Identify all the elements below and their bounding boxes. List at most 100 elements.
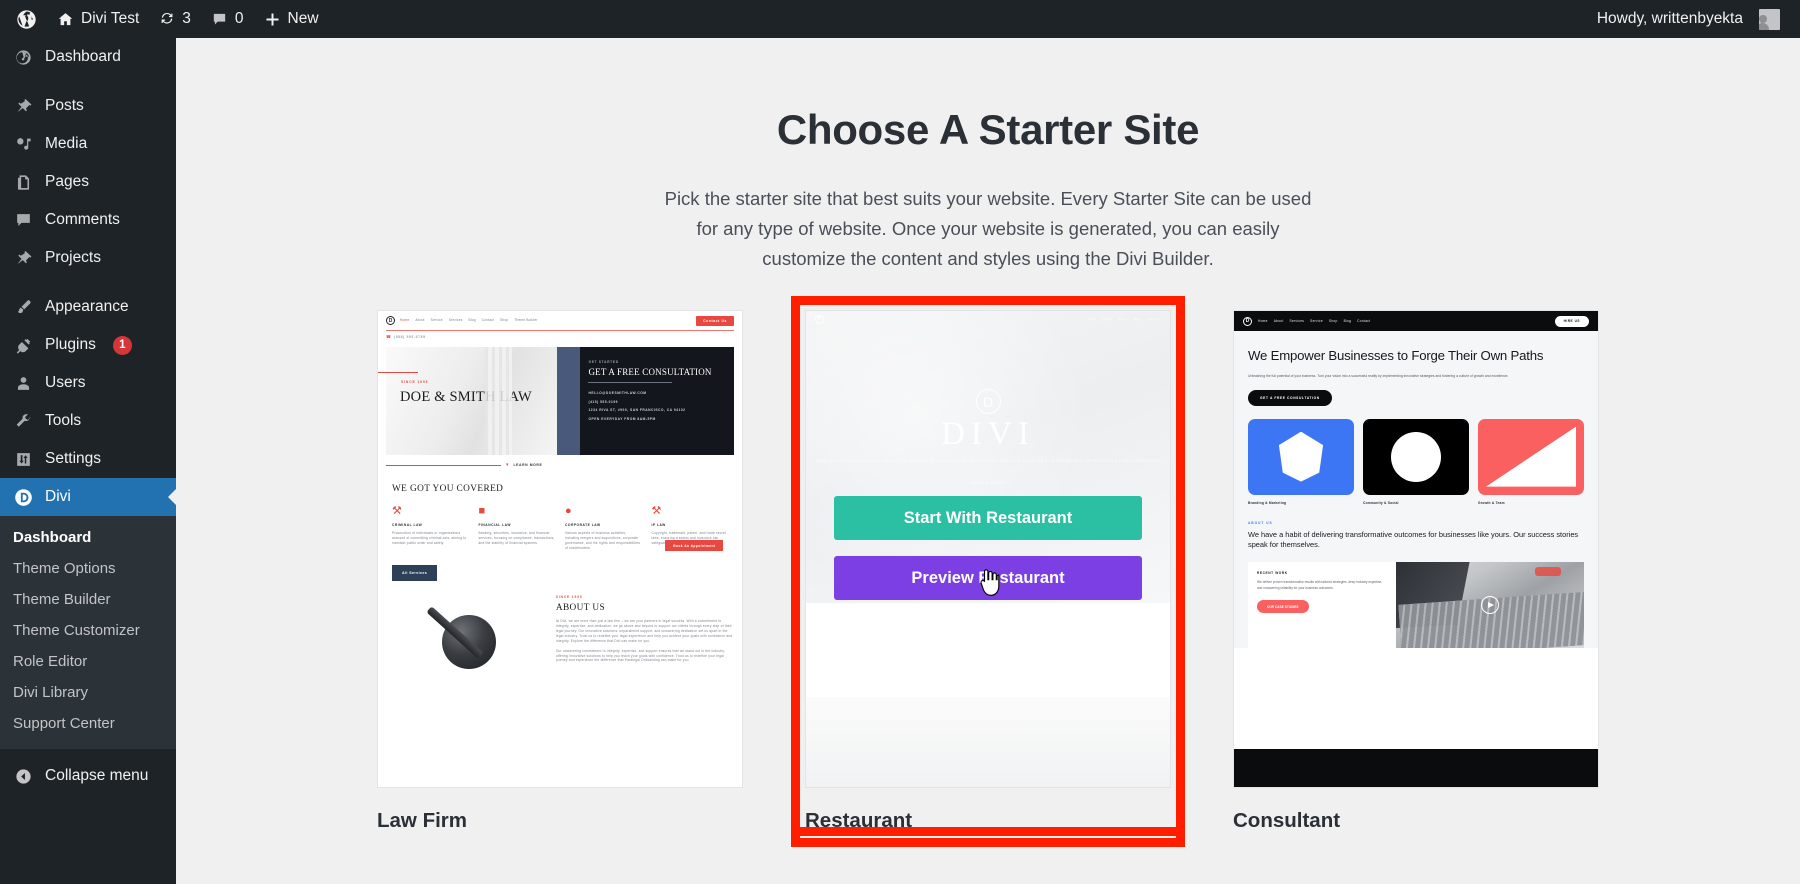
- cs-cta-button: GET A FREE CONSULTATION: [1248, 389, 1332, 406]
- wp-admin-bar: Divi Test 3 0 New Howdy, writtenbyekta: [0, 0, 1800, 38]
- brush-icon: [13, 298, 34, 317]
- sidebar-item-posts[interactable]: Posts: [0, 87, 176, 125]
- lf-service-column: ■ FINANCIAL LAW Banking, securities, ins…: [479, 506, 556, 551]
- lf-learn-line: [386, 464, 501, 466]
- lf-consultation-panel: GET STARTED GET A FREE CONSULTATION HELL…: [556, 347, 734, 551]
- collapse-menu-label: Collapse menu: [45, 767, 149, 784]
- sidebar-label: Comments: [45, 211, 120, 228]
- sidebar-label: Users: [45, 374, 86, 391]
- rs-tagline: INDULGE YOUR SENSES IN A VARIETY OF EXQU…: [815, 459, 1161, 463]
- consultant-thumbnail[interactable]: D Home About Services Service Shop Blog …: [1233, 310, 1599, 788]
- starter-site-actions: Start With Restaurant Preview Restaurant: [834, 496, 1142, 600]
- rs-nav-links: Home About Menu Blog Contact: [1086, 317, 1161, 321]
- starter-site-card-law-firm[interactable]: D Home About Service Services Blog Conta…: [377, 310, 743, 833]
- sidebar-item-dashboard[interactable]: Dashboard: [0, 38, 176, 76]
- chevron-down-icon: ▾: [506, 462, 509, 468]
- sidebar-item-users[interactable]: Users: [0, 364, 176, 402]
- card-label-restaurant: Restaurant: [805, 809, 913, 832]
- sidebar-item-media[interactable]: Media: [0, 125, 176, 163]
- page-title: Choose A Starter Site: [776, 106, 1200, 153]
- cs-nav-link: Shop: [1328, 319, 1338, 323]
- plus-icon: [264, 11, 281, 28]
- sidebar-item-pages[interactable]: Pages: [0, 163, 176, 201]
- sidebar-item-divi[interactable]: Divi: [0, 478, 177, 516]
- corporate-icon: ●: [565, 505, 572, 517]
- sidebar-label: Tools: [45, 412, 82, 429]
- rs-navbar: D Home About Menu Blog Contact: [806, 311, 1170, 327]
- divi-circle-icon: D: [975, 389, 1001, 414]
- main-content: Choose A Starter Site Pick the starter s…: [176, 38, 1800, 884]
- new-label: New: [287, 10, 319, 27]
- cs-tile-label: Growth & Team: [1478, 500, 1505, 505]
- sidebar-item-appearance[interactable]: Appearance: [0, 288, 176, 326]
- cs-nav-link: Blog: [1343, 319, 1352, 323]
- lf-about-eyebrow: SINCE 1995: [555, 594, 583, 599]
- phone-icon: ☎: [386, 334, 391, 339]
- site-name-menu[interactable]: Divi Test: [47, 0, 149, 38]
- my-account-menu[interactable]: Howdy, writtenbyekta: [1587, 0, 1790, 38]
- sidebar-item-plugins[interactable]: Plugins 1: [0, 326, 176, 364]
- card-label-consultant: Consultant: [1233, 809, 1341, 832]
- lf-nav-link: Shop: [500, 318, 509, 323]
- lf-since-label: SINCE 1995: [401, 380, 429, 384]
- submenu-item-role-editor[interactable]: Role Editor: [0, 646, 176, 677]
- submenu-item-divi-library[interactable]: Divi Library: [0, 677, 176, 708]
- lf-panel-button: Book An Appointment: [665, 540, 724, 551]
- lf-service-title: FINANCIAL LAW: [478, 523, 511, 527]
- divi-logo-icon: D: [815, 314, 824, 324]
- lf-nav-link: Theme Builder: [514, 318, 538, 323]
- restaurant-thumbnail[interactable]: D Home About Menu Blog Contact D DIVI IN…: [805, 310, 1171, 788]
- settings-icon: [13, 450, 34, 469]
- lf-about-title: ABOUT US: [555, 602, 606, 613]
- lf-service-text: Various aspects of business activities, …: [565, 531, 641, 550]
- submenu-item-theme-options[interactable]: Theme Options: [0, 553, 176, 584]
- rs-hero-content: D DIVI INDULGE YOUR SENSES IN A VARIETY …: [806, 389, 1170, 489]
- admin-bar-right: Howdy, writtenbyekta: [1587, 0, 1800, 38]
- wordpress-logo-menu[interactable]: [6, 0, 47, 38]
- updates-menu[interactable]: 3: [149, 0, 201, 38]
- lf-panel-row: (415) 555-0199: [588, 399, 619, 404]
- sidebar-item-tools[interactable]: Tools: [0, 402, 176, 440]
- sidebar-item-projects[interactable]: Projects: [0, 239, 176, 277]
- sidebar-label: Pages: [45, 173, 89, 190]
- updates-count: 3: [182, 10, 191, 27]
- rs-nav-link: Blog: [1133, 317, 1142, 321]
- lf-hero: SINCE 1995 DOE & SMITH LAW GET STARTED G…: [378, 347, 734, 551]
- submenu-item-theme-builder[interactable]: Theme Builder: [0, 584, 176, 615]
- lf-service-text: Prosecution of individuals or organizati…: [392, 531, 467, 545]
- submenu-item-theme-customizer[interactable]: Theme Customizer: [0, 615, 176, 646]
- rs-nav-link: Menu: [1118, 317, 1128, 321]
- collapse-arrow-icon: [13, 767, 34, 786]
- collapse-menu-button[interactable]: Collapse menu: [0, 755, 176, 797]
- pin-icon: [13, 97, 34, 116]
- hexagon-shape-icon: [1278, 431, 1324, 482]
- play-icon[interactable]: [1480, 596, 1499, 615]
- submenu-item-dashboard[interactable]: Dashboard: [0, 522, 176, 553]
- wrench-icon: [13, 412, 34, 431]
- sidebar-item-comments[interactable]: Comments: [0, 201, 176, 239]
- divi-logo-icon: D: [386, 316, 395, 325]
- law-firm-thumbnail[interactable]: D Home About Service Services Blog Conta…: [377, 310, 743, 788]
- ip-icon: ⚒: [651, 505, 662, 517]
- divi-icon: [13, 487, 34, 508]
- cs-nav-links: Home About Services Service Shop Blog Co…: [1258, 319, 1370, 323]
- sidebar-item-settings[interactable]: Settings: [0, 440, 176, 478]
- comments-menu[interactable]: 0: [201, 0, 254, 38]
- comment-bubble-icon: [211, 11, 228, 28]
- lf-navbar: D Home About Service Services Blog Conta…: [378, 311, 742, 330]
- cs-navbar: D Home About Services Service Shop Blog …: [1234, 311, 1598, 331]
- starter-site-card-restaurant[interactable]: D Home About Menu Blog Contact D DIVI IN…: [791, 296, 1185, 847]
- comments-icon: [13, 211, 34, 230]
- preview-restaurant-button[interactable]: Preview Restaurant: [834, 556, 1142, 600]
- consultant-preview: D Home About Services Service Shop Blog …: [1234, 311, 1598, 787]
- new-content-menu[interactable]: New: [254, 0, 329, 38]
- photo-accent: [1535, 567, 1562, 577]
- cs-recent-title: RECENT WORK: [1257, 571, 1288, 576]
- circle-shape-icon: [1391, 431, 1441, 482]
- start-with-restaurant-button[interactable]: Start With Restaurant: [834, 496, 1142, 540]
- lf-divider: [386, 330, 734, 331]
- sidebar-label: Divi: [45, 488, 71, 505]
- starter-site-card-consultant[interactable]: D Home About Services Service Shop Blog …: [1233, 310, 1599, 833]
- plug-icon: [13, 336, 34, 355]
- submenu-item-support-center[interactable]: Support Center: [0, 708, 176, 739]
